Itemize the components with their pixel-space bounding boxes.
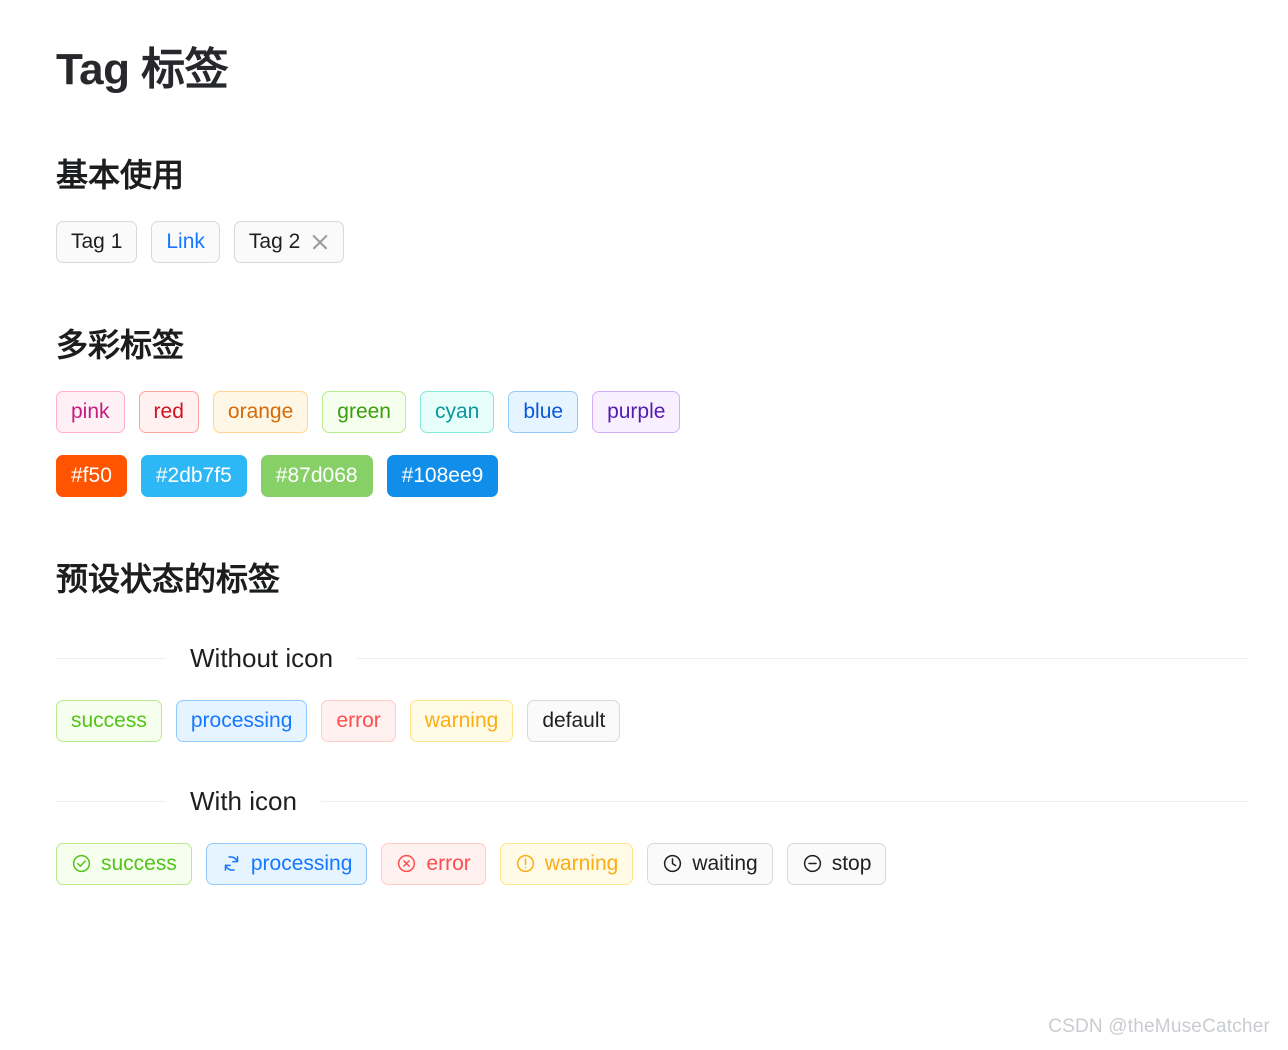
tag[interactable]: #f50 xyxy=(56,454,127,497)
section-title-basic: 基本使用 xyxy=(56,156,185,193)
status-without-icon-row: success processing error warning default xyxy=(56,699,1248,742)
divider-label-without-icon: Without icon xyxy=(190,642,334,673)
watermark: CSDN @theMuseCatcher xyxy=(1048,1016,1270,1037)
tag-label: #2db7f5 xyxy=(155,464,232,488)
section-status-tags: 预设状态的标签 Without icon success processing er… xyxy=(56,559,1248,885)
basic-tag-row: Tag 1 Link Tag 2 xyxy=(56,220,1248,263)
tag[interactable]: success xyxy=(56,699,162,742)
tag[interactable]: processing xyxy=(175,699,308,742)
tag-label: #108ee9 xyxy=(401,464,484,488)
tag[interactable]: pink xyxy=(56,390,125,433)
section-colorful-tags: 多彩标签 pink red orange green cyan blue purple #f… xyxy=(56,325,1248,497)
tag-label: success xyxy=(71,709,147,733)
divider-label-with-icon: With icon xyxy=(190,785,297,816)
tag[interactable]: green xyxy=(322,390,406,433)
tag-label: processing xyxy=(190,709,293,733)
divider-line-left xyxy=(56,657,166,659)
tag-label: cyan xyxy=(435,400,480,424)
tag-label: blue xyxy=(523,400,564,424)
tag-label: Link xyxy=(166,230,205,254)
section-title-status: 预设状态的标签 xyxy=(56,560,281,597)
tag[interactable]: Tag 2 xyxy=(233,220,345,263)
exclamation-circle-icon xyxy=(515,853,536,874)
tag-label: processing xyxy=(250,852,353,876)
close-icon[interactable] xyxy=(310,232,329,251)
tag[interactable]: Tag 1 xyxy=(56,220,138,263)
preset-color-tag-row: pink red orange green cyan blue purple xyxy=(56,390,1248,433)
tag[interactable]: error xyxy=(321,699,396,742)
tag-label: default xyxy=(542,709,606,733)
tag[interactable]: warning xyxy=(499,842,634,885)
page-title: Tag 标签 xyxy=(56,45,229,94)
minus-circle-icon xyxy=(802,853,823,874)
tag-label: purple xyxy=(607,400,666,424)
section-title-colorful: 多彩标签 xyxy=(56,326,185,363)
tag[interactable]: waiting xyxy=(647,842,773,885)
tag-label: orange xyxy=(227,400,294,424)
check-circle-icon xyxy=(71,853,92,874)
close-circle-icon xyxy=(396,853,417,874)
tag-label: stop xyxy=(831,852,872,876)
clock-circle-icon xyxy=(662,853,683,874)
tag-label: #f50 xyxy=(71,464,112,488)
divider-line-right xyxy=(357,657,1248,659)
custom-color-tag-row: #f50 #2db7f5 #87d068 #108ee9 xyxy=(56,454,1248,497)
tag[interactable]: Link xyxy=(151,220,220,263)
tag-label: red xyxy=(153,400,184,424)
divider-line-left xyxy=(56,800,166,802)
tag-label: error xyxy=(336,709,381,733)
divider-line-right xyxy=(320,800,1248,802)
tag-label: #87d068 xyxy=(275,464,358,488)
tag[interactable]: processing xyxy=(205,842,368,885)
tag[interactable]: blue xyxy=(508,390,579,433)
tag[interactable]: #87d068 xyxy=(260,454,373,497)
tag-label: success xyxy=(101,852,177,876)
tag-label: Tag 2 xyxy=(248,230,301,254)
tag-label: warning xyxy=(424,709,499,733)
sync-icon xyxy=(221,853,242,874)
tag-label: pink xyxy=(71,400,110,424)
tag[interactable]: red xyxy=(138,390,199,433)
tag[interactable]: default xyxy=(527,699,621,742)
status-with-icon-row: success processing error warning waiting stop xyxy=(56,842,1248,885)
tag-label: error xyxy=(426,852,471,876)
tag-label: waiting xyxy=(692,852,758,876)
tag-label: Tag 1 xyxy=(71,230,123,254)
tag[interactable]: orange xyxy=(212,390,309,433)
section-basic-usage: 基本使用 Tag 1 Link Tag 2 xyxy=(56,155,1248,263)
tag-label: warning xyxy=(544,852,619,876)
divider-without-icon: Without icon xyxy=(56,643,1248,674)
tag[interactable]: warning xyxy=(409,699,514,742)
tag[interactable]: cyan xyxy=(420,390,495,433)
page-root: Tag 标签 基本使用 Tag 1 Link Tag 2 多彩标签 pink red o… xyxy=(0,0,1288,885)
tag-label: green xyxy=(337,400,391,424)
tag[interactable]: #2db7f5 xyxy=(140,454,247,497)
tag[interactable]: stop xyxy=(786,842,887,885)
tag[interactable]: #108ee9 xyxy=(386,454,499,497)
tag[interactable]: error xyxy=(381,842,486,885)
tag[interactable]: purple xyxy=(592,390,681,433)
tag[interactable]: success xyxy=(56,842,192,885)
divider-with-icon: With icon xyxy=(56,786,1248,817)
